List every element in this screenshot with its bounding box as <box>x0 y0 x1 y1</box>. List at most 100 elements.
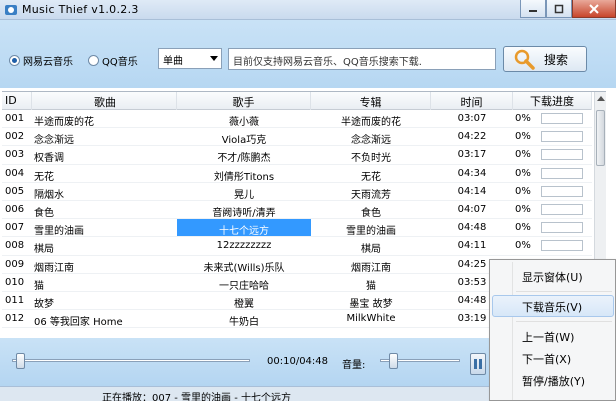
cell-album: 猫 <box>366 280 376 291</box>
cell-id: 010 <box>5 276 25 288</box>
seek-track[interactable] <box>12 359 250 362</box>
table-row[interactable]: 008 棋局 12zzzzzzzz 棋局 04:11 0% <box>2 237 592 256</box>
search-button[interactable]: 搜索 <box>503 46 587 72</box>
menu-item-next[interactable]: 下一首(X) <box>492 347 614 369</box>
cell-song: 故梦 <box>34 298 54 310</box>
cell-artist: 音阙诗听/清弄 <box>212 207 276 219</box>
cell-time: 04:48 <box>457 222 487 234</box>
cell-artist: 未来式(Wills)乐队 <box>203 262 285 273</box>
progress-bar <box>541 167 583 179</box>
progress-bar <box>541 149 583 161</box>
title-bar: Music Thief v1.0.2.3 <box>0 0 616 20</box>
tray-context-menu: 显示窗体(U) 下载音乐(V) 上一首(W) 下一首(X) 暂停/播放(Y) <box>489 259 616 401</box>
cell-artist: 牛奶白 <box>229 317 259 328</box>
cell-progress: 0% <box>513 219 592 236</box>
table-row[interactable]: 006 食色 音阙诗听/清弄 食色 04:07 0% <box>2 201 592 220</box>
menu-item-show-window[interactable]: 显示窗体(U) <box>492 265 614 287</box>
cell-progress: 0% <box>513 110 592 127</box>
mode-select-value: 单曲 <box>163 56 183 67</box>
search-input[interactable]: 目前仅支持网易云音乐、QQ音乐搜索下载. <box>228 48 496 70</box>
cell-time: 04:11 <box>457 240 487 252</box>
table-row[interactable]: 004 无花 刘倩彤Titons 无花 04:34 0% <box>2 165 592 183</box>
progress-percent: 0% <box>515 167 531 179</box>
close-icon <box>589 3 599 14</box>
chevron-down-icon <box>210 56 218 61</box>
source-radio-qq[interactable]: QQ音乐 <box>88 53 138 68</box>
column-header-time[interactable]: 时间 <box>431 92 513 110</box>
menu-item-play-pause[interactable]: 暂停/播放(Y) <box>492 369 614 391</box>
cell-album: MilkWhite <box>346 313 396 325</box>
cell-id: 012 <box>5 313 25 325</box>
scrollbar-thumb[interactable] <box>596 110 605 166</box>
window-controls <box>520 0 616 18</box>
cell-album: 天雨流芳 <box>351 189 391 200</box>
column-header-album[interactable]: 专辑 <box>311 92 431 110</box>
cell-time: 04:14 <box>457 185 487 197</box>
table-row[interactable]: 005 隔烟水 晃儿 天雨流芳 04:14 0% <box>2 183 592 201</box>
cell-progress: 0% <box>513 237 592 254</box>
close-button[interactable] <box>572 0 616 18</box>
table-row[interactable]: 002 念念渐远 Viola巧克 念念渐远 04:22 0% <box>2 128 592 147</box>
minimize-button[interactable] <box>520 0 546 18</box>
cell-song: 烟雨江南 <box>34 262 74 273</box>
radio-dot <box>9 55 20 66</box>
cell-artist: 十七个远方 <box>177 219 311 237</box>
progress-percent: 0% <box>515 131 531 143</box>
cell-id: 008 <box>5 240 25 252</box>
search-icon <box>514 49 535 70</box>
cell-song: 食色 <box>34 207 54 219</box>
cell-id: 005 <box>5 185 25 197</box>
cell-id: 003 <box>5 149 25 161</box>
mode-select[interactable]: 单曲 <box>158 48 222 69</box>
menu-item-download[interactable]: 下载音乐(V) <box>492 295 614 317</box>
pause-button[interactable] <box>470 353 486 375</box>
cell-album: 墨宝 故梦 <box>349 298 393 310</box>
column-header-song[interactable]: 歌曲 <box>32 92 177 110</box>
cell-time: 03:07 <box>457 113 487 124</box>
playback-time: 00:10/04:48 <box>267 356 329 367</box>
volume-slider-handle[interactable] <box>389 353 398 369</box>
menu-item-previous[interactable]: 上一首(W) <box>492 325 614 347</box>
app-icon <box>5 5 17 15</box>
column-header-artist[interactable]: 歌手 <box>177 92 311 110</box>
cell-time: 03:17 <box>457 149 487 161</box>
cell-song: 隔烟水 <box>34 189 64 200</box>
column-header-id[interactable]: ID <box>2 92 32 110</box>
table-row[interactable]: 001 半途而废的花 薇小薇 半途而废的花 03:07 0% <box>2 110 592 129</box>
progress-percent: 0% <box>515 149 531 161</box>
volume-label: 音量: <box>342 360 366 371</box>
progress-bar <box>541 240 583 252</box>
table-row[interactable]: 003 权香调 不才/陈鹏杰 不负时光 03:17 0% <box>2 146 592 165</box>
cell-artist: 一只庄哈哈 <box>219 280 269 291</box>
cell-artist: Viola巧克 <box>221 135 267 146</box>
pause-icon <box>474 359 482 369</box>
cell-progress: 0% <box>513 165 592 182</box>
cell-artist: 橙翼 <box>234 298 254 310</box>
progress-bar <box>541 204 583 216</box>
cell-time: 04:07 <box>457 203 487 215</box>
cell-song: 无花 <box>34 171 54 182</box>
minimize-icon <box>529 9 537 12</box>
progress-bar <box>541 185 583 197</box>
table-row[interactable]: 007 雪里的油画 十七个远方 雪里的油画 04:48 0% <box>2 219 592 238</box>
source-radio-netease[interactable]: 网易云音乐 <box>9 53 73 68</box>
cell-id: 004 <box>5 167 25 179</box>
cell-album: 食色 <box>361 207 381 219</box>
cell-artist: 不才/陈鹏杰 <box>217 153 271 164</box>
progress-percent: 0% <box>515 204 531 216</box>
cell-album: 棋局 <box>361 244 381 255</box>
seek-slider-handle[interactable] <box>16 353 26 369</box>
cell-id: 007 <box>5 222 25 234</box>
cell-id: 011 <box>5 294 25 306</box>
maximize-button[interactable] <box>546 0 572 18</box>
cell-song: 念念渐远 <box>34 135 74 146</box>
column-header-progress[interactable]: 下载进度 <box>513 92 592 110</box>
search-button-label: 搜索 <box>544 52 569 67</box>
cell-song: 雪里的油画 <box>34 226 84 237</box>
cell-progress: 0% <box>513 183 592 200</box>
cell-song: 06 等我回家 Home <box>34 317 123 328</box>
cell-id: 001 <box>5 113 25 124</box>
window-title: Music Thief v1.0.2.3 <box>22 3 139 16</box>
cell-artist: 晃儿 <box>234 189 254 200</box>
scroll-up-icon[interactable] <box>597 96 605 101</box>
